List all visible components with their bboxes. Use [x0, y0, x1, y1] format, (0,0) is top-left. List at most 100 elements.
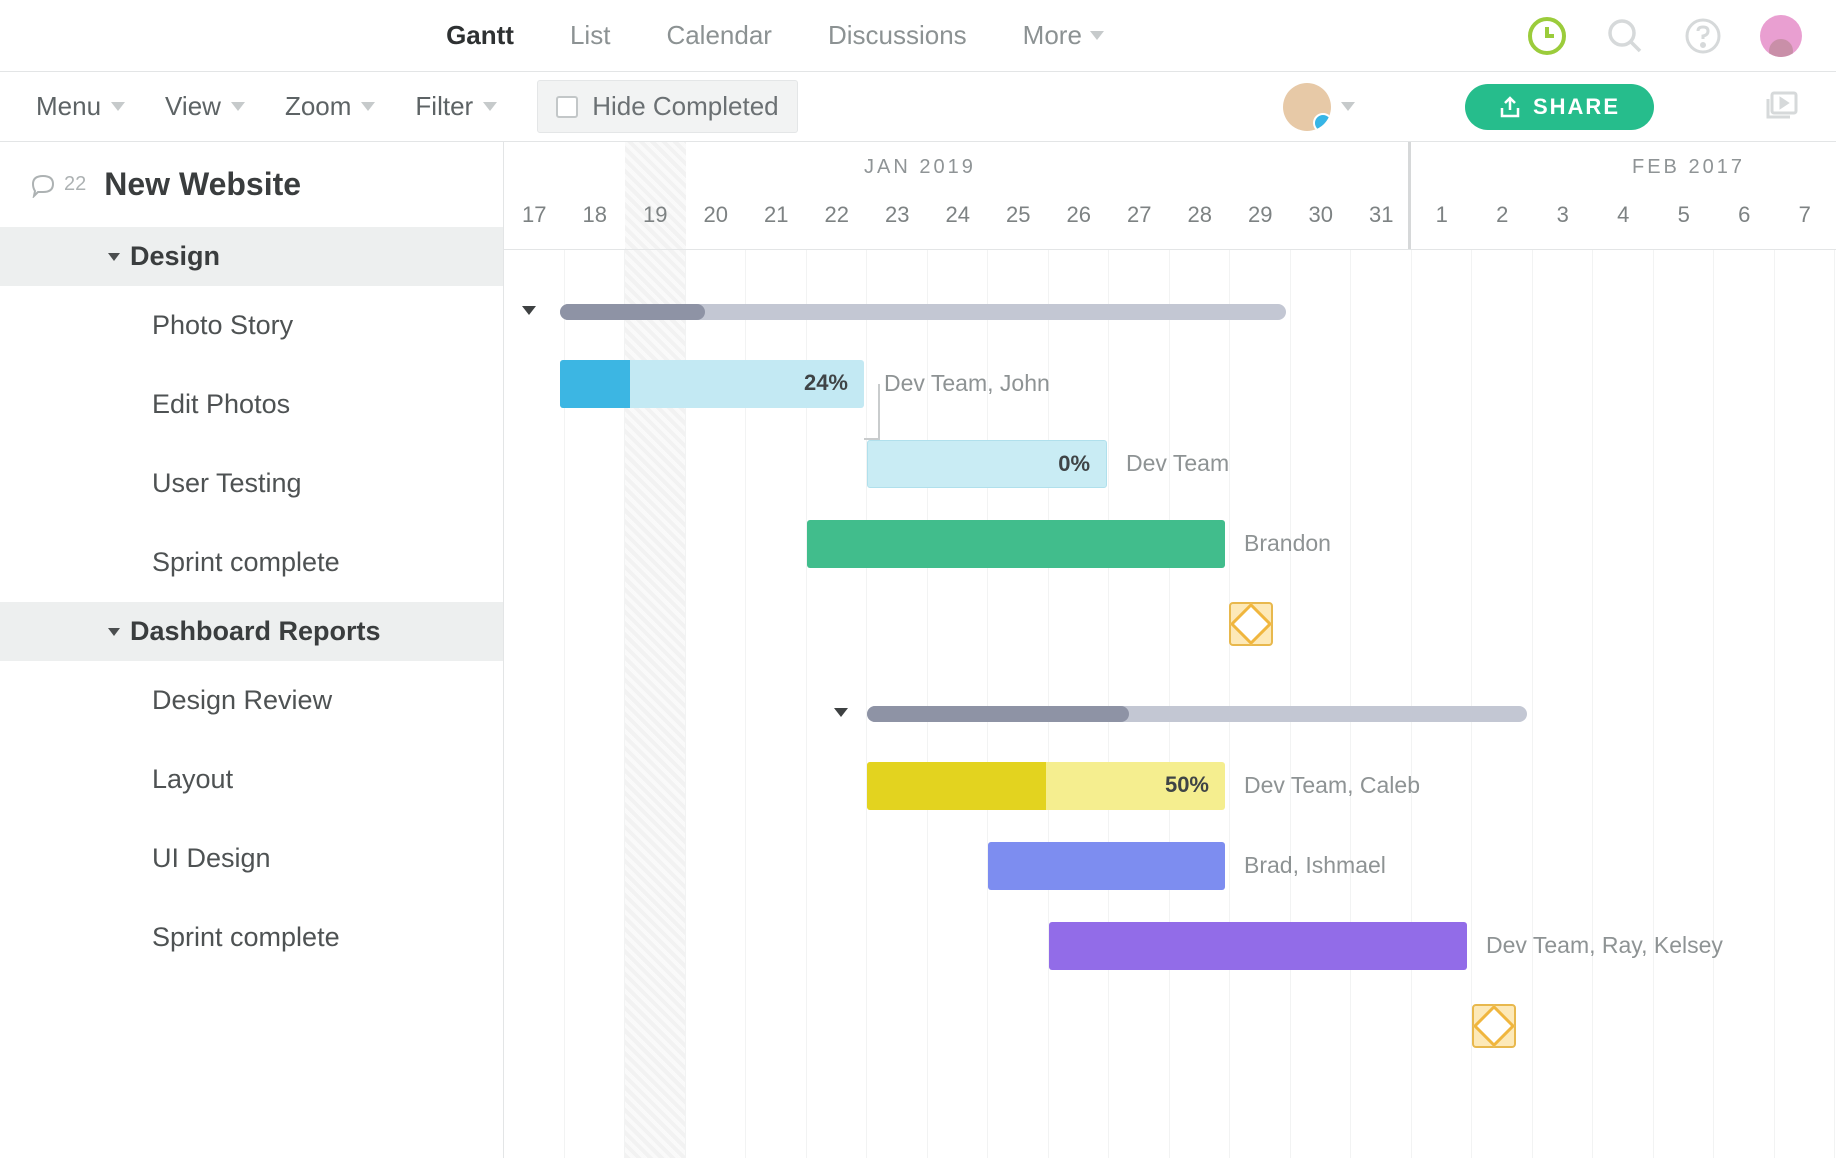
- gantt-rows: 24% Dev Team, John 0% Dev Team Brandon: [504, 250, 1836, 1066]
- bar-progress: [867, 762, 1046, 810]
- task-sprint-complete-2[interactable]: Sprint complete: [0, 898, 503, 977]
- day-cell[interactable]: 31: [1351, 194, 1412, 250]
- task-sidebar: 22 New Website Design Photo Story Edit P…: [0, 142, 504, 1158]
- summary-bar[interactable]: [867, 706, 1527, 722]
- task-user-testing[interactable]: User Testing: [0, 444, 503, 523]
- main-area: 22 New Website Design Photo Story Edit P…: [0, 142, 1836, 1158]
- hide-completed-label: Hide Completed: [592, 91, 778, 122]
- day-cell[interactable]: 19: [625, 194, 686, 250]
- day-cell[interactable]: 1: [1412, 194, 1473, 250]
- milestone-sprint-1[interactable]: [504, 584, 1836, 664]
- day-cell[interactable]: 28: [1170, 194, 1231, 250]
- day-cell[interactable]: 3: [1533, 194, 1594, 250]
- day-cell[interactable]: 7: [1775, 194, 1836, 250]
- task-edit-photos[interactable]: Edit Photos: [0, 365, 503, 444]
- day-cell[interactable]: 5: [1654, 194, 1715, 250]
- day-cell[interactable]: 4: [1593, 194, 1654, 250]
- comment-badge[interactable]: 22: [30, 172, 86, 198]
- tab-gantt[interactable]: Gantt: [446, 20, 514, 51]
- comment-icon: [30, 172, 56, 198]
- assignee-chip[interactable]: [1283, 83, 1355, 131]
- zoom-button[interactable]: Zoom: [285, 91, 375, 122]
- chevron-down-icon: [111, 102, 125, 111]
- comment-count: 22: [64, 173, 86, 196]
- day-cell[interactable]: 18: [565, 194, 626, 250]
- clock-icon[interactable]: [1526, 15, 1568, 57]
- bar-progress: [560, 360, 630, 408]
- assignee-label: Dev Team, Caleb: [1244, 772, 1420, 799]
- assignee-label: Brandon: [1244, 530, 1331, 557]
- chevron-down-icon: [231, 102, 245, 111]
- month-label-jan: JAN 2019: [864, 156, 976, 179]
- assignee-label: Dev Team, John: [884, 370, 1050, 397]
- day-cell[interactable]: 29: [1230, 194, 1291, 250]
- assignee-label: Brad, Ishmael: [1244, 852, 1386, 879]
- day-cell[interactable]: 30: [1291, 194, 1352, 250]
- summary-dashboard-reports[interactable]: [504, 688, 1836, 746]
- chevron-down-icon: [1341, 102, 1355, 111]
- zoom-label: Zoom: [285, 91, 351, 122]
- view-label: View: [165, 91, 221, 122]
- day-cell[interactable]: 21: [746, 194, 807, 250]
- search-icon[interactable]: [1604, 15, 1646, 57]
- task-photo-story[interactable]: Photo Story: [0, 286, 503, 365]
- task-sprint-complete-1[interactable]: Sprint complete: [0, 523, 503, 602]
- day-cell[interactable]: 2: [1472, 194, 1533, 250]
- day-cell[interactable]: 6: [1714, 194, 1775, 250]
- share-label: SHARE: [1533, 94, 1620, 120]
- group-dashboard-reports[interactable]: Dashboard Reports: [0, 602, 503, 661]
- bar-edit-photos[interactable]: 0% Dev Team: [504, 424, 1836, 504]
- day-cell[interactable]: 24: [928, 194, 989, 250]
- task-ui-design[interactable]: UI Design: [0, 819, 503, 898]
- summary-design[interactable]: [504, 286, 1836, 344]
- milestone-icon[interactable]: [1472, 1004, 1516, 1048]
- filter-button[interactable]: Filter: [415, 91, 497, 122]
- chevron-down-icon: [834, 708, 848, 717]
- presentation-icon[interactable]: [1764, 89, 1800, 125]
- group-design[interactable]: Design: [0, 227, 503, 286]
- filter-label: Filter: [415, 91, 473, 122]
- tab-discussions[interactable]: Discussions: [828, 20, 967, 51]
- help-icon[interactable]: [1682, 15, 1724, 57]
- bar-design-review[interactable]: 50% Dev Team, Caleb: [504, 746, 1836, 826]
- month-label-feb: FEB 2017: [1632, 156, 1745, 179]
- day-cell[interactable]: 26: [1049, 194, 1110, 250]
- chevron-down-icon: [1090, 31, 1104, 40]
- bar-photo-story[interactable]: 24% Dev Team, John: [504, 344, 1836, 424]
- chevron-down-icon: [108, 628, 120, 636]
- day-cell[interactable]: 20: [686, 194, 747, 250]
- day-row: 1718192021222324252627282930311234567: [504, 194, 1836, 250]
- menu-button[interactable]: Menu: [36, 91, 125, 122]
- milestone-icon[interactable]: [1229, 602, 1273, 646]
- bar-layout[interactable]: Brad, Ishmael: [504, 826, 1836, 906]
- assignee-avatar: [1283, 83, 1331, 131]
- tab-calendar[interactable]: Calendar: [666, 20, 772, 51]
- tab-more[interactable]: More: [1023, 20, 1104, 51]
- user-avatar[interactable]: [1760, 15, 1802, 57]
- hide-completed-checkbox[interactable]: [556, 96, 578, 118]
- chevron-down-icon: [483, 102, 497, 111]
- project-title: New Website: [104, 166, 301, 203]
- summary-bar[interactable]: [560, 304, 1286, 320]
- bar-user-testing[interactable]: Brandon: [504, 504, 1836, 584]
- day-cell[interactable]: 27: [1109, 194, 1170, 250]
- day-cell[interactable]: 25: [988, 194, 1049, 250]
- bar-pct: 0%: [1058, 451, 1090, 477]
- project-row[interactable]: 22 New Website: [0, 142, 503, 227]
- summary-progress: [867, 706, 1129, 722]
- bar-ui-design[interactable]: Dev Team, Ray, Kelsey: [504, 906, 1836, 986]
- share-button[interactable]: SHARE: [1465, 84, 1654, 130]
- day-cell[interactable]: 22: [807, 194, 868, 250]
- gantt-chart[interactable]: JAN 2019 FEB 2017 1718192021222324252627…: [504, 142, 1836, 1158]
- hide-completed-toggle[interactable]: Hide Completed: [537, 80, 797, 133]
- assignee-label: Dev Team: [1126, 450, 1229, 477]
- day-cell[interactable]: 23: [867, 194, 928, 250]
- task-layout[interactable]: Layout: [0, 740, 503, 819]
- bar-pct: 50%: [1165, 772, 1209, 798]
- day-cell[interactable]: 17: [504, 194, 565, 250]
- group-title: Design: [130, 241, 220, 272]
- tab-list[interactable]: List: [570, 20, 610, 51]
- view-button[interactable]: View: [165, 91, 245, 122]
- milestone-sprint-2[interactable]: [504, 986, 1836, 1066]
- task-design-review[interactable]: Design Review: [0, 661, 503, 740]
